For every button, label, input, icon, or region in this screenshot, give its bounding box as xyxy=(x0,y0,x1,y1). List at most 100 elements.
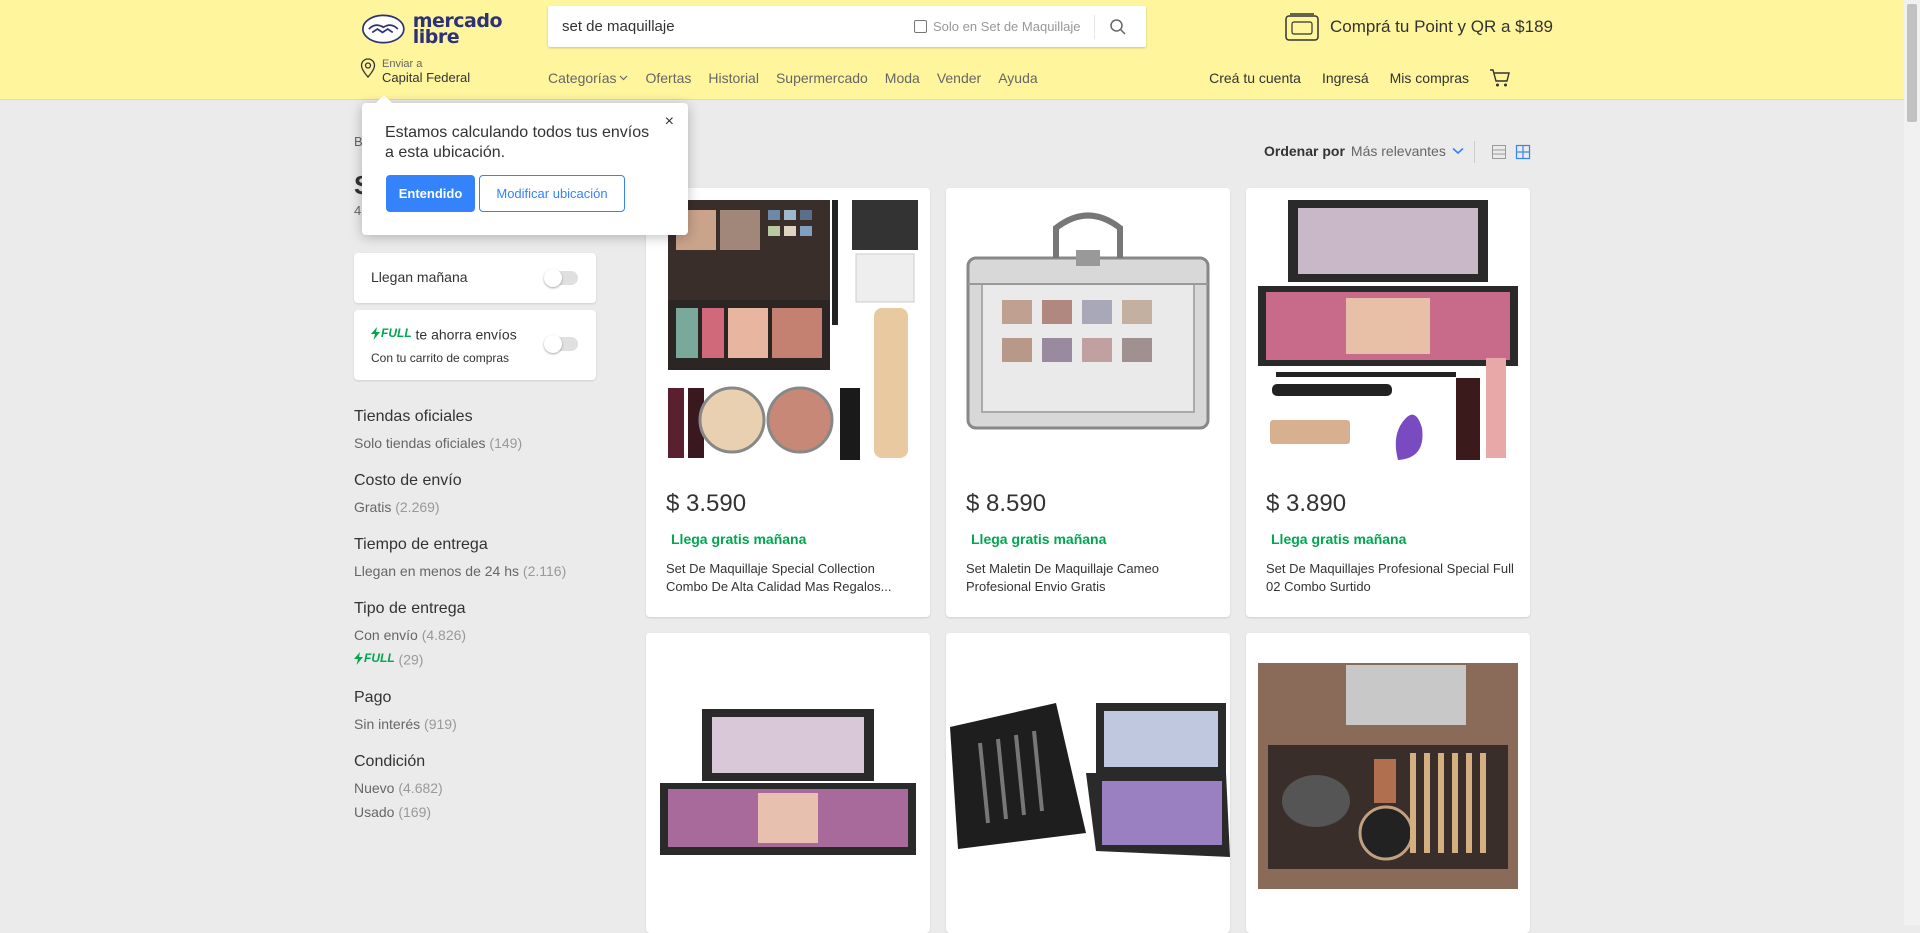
filter-title: Costo de envío xyxy=(354,472,462,489)
sort-selector[interactable]: Ordenar por Más relevantes xyxy=(1264,143,1464,159)
view-separator xyxy=(1474,141,1475,163)
filter-title: Condición xyxy=(354,752,426,770)
full-subtext: Con tu carrito de compras xyxy=(371,351,510,365)
nav-supermercado[interactable]: Supermercado xyxy=(776,70,868,86)
handshake-logo-icon xyxy=(362,14,405,44)
full-text: te ahorra envíos xyxy=(415,326,517,343)
filter-item[interactable]: Gratis (2.269) xyxy=(354,499,604,515)
logo-text: mercado libre xyxy=(412,10,503,48)
cart-icon xyxy=(1490,69,1510,87)
filter-item[interactable]: Usado (169) xyxy=(354,804,604,820)
full-toggle[interactable] xyxy=(544,335,578,353)
filter-item-full[interactable]: FULL (29) xyxy=(354,651,604,668)
product-shipping: Llega gratis mañana xyxy=(1271,531,1407,547)
product-image-kylie-kit[interactable] xyxy=(1246,633,1530,917)
scrollbar[interactable] xyxy=(1904,0,1920,925)
location-popup: Estamos calculando todos tus envíos a es… xyxy=(362,95,688,235)
location-selector[interactable]: Enviar a Capital Federal xyxy=(360,58,470,86)
close-icon[interactable]: × xyxy=(665,113,674,131)
filter-group-condition: Condición Nuevo (4.682) Usado (169) xyxy=(354,753,604,820)
product-image-makeup-combo[interactable] xyxy=(646,188,930,472)
search-input[interactable] xyxy=(562,6,902,47)
promo-banner[interactable]: Comprá tu Point y QR a $189 xyxy=(1284,12,1553,42)
chevron-down-icon xyxy=(620,75,628,81)
lightning-icon xyxy=(354,651,363,665)
lightning-icon xyxy=(371,326,380,340)
full-badge: FULL xyxy=(354,651,395,665)
nav-historial[interactable]: Historial xyxy=(708,70,759,86)
my-purchases-link[interactable]: Mis compras xyxy=(1390,70,1469,86)
create-account-link[interactable]: Creá tu cuenta xyxy=(1209,70,1301,86)
mercadolibre-logo[interactable]: mercado libre xyxy=(362,8,503,50)
product-card[interactable]: $ 3.590 Llega gratis mañana Set De Maqui… xyxy=(646,188,930,617)
product-card[interactable]: $ 8.590 Llega gratis mañana Set Maletin … xyxy=(946,188,1230,617)
list-view-icon[interactable] xyxy=(1491,144,1507,160)
product-card[interactable] xyxy=(1246,633,1530,933)
sort-value: Más relevantes xyxy=(1350,143,1446,159)
understood-button[interactable]: Entendido xyxy=(386,175,475,212)
filter-group-delivery-time: Tiempo de entrega Llegan en menos de 24 … xyxy=(354,536,604,579)
promo-text: Comprá tu Point y QR a $189 xyxy=(1330,17,1554,36)
main-nav: Categorías Ofertas Historial Supermercad… xyxy=(548,70,1055,86)
product-image-makeup-palette[interactable] xyxy=(1246,188,1530,472)
arrives-tomorrow-toggle-box: Llegan mañana xyxy=(354,253,596,303)
search-icon xyxy=(1110,19,1126,35)
product-image-palette-case[interactable] xyxy=(646,633,930,917)
search-filter-label: Solo en Set de Maquillaje xyxy=(933,19,1081,34)
location-value: Capital Federal xyxy=(382,70,471,85)
search-button[interactable] xyxy=(1104,14,1132,40)
full-label: FULL te ahorra envíos xyxy=(371,326,517,343)
filter-title: Tiendas oficiales xyxy=(354,408,473,425)
grid-view-icon[interactable] xyxy=(1515,144,1531,160)
arrives-tomorrow-label: Llegan mañana xyxy=(371,269,468,285)
filter-title: Pago xyxy=(354,688,392,706)
nav-vender[interactable]: Vender xyxy=(937,70,981,86)
filter-group-shipping-cost: Costo de envío Gratis (2.269) xyxy=(354,472,604,515)
product-title[interactable]: Set De Maquillaje Special Collection Com… xyxy=(666,560,914,596)
product-image-brush-kit[interactable] xyxy=(946,633,1230,917)
product-price: $ 3.890 xyxy=(1266,490,1347,517)
filter-title: Tipo de entrega xyxy=(354,600,466,617)
product-card[interactable] xyxy=(646,633,930,933)
checkbox-box[interactable] xyxy=(914,20,927,33)
location-pin-icon xyxy=(360,58,376,78)
header: mercado libre Solo en Set de Maquillaje … xyxy=(0,0,1920,100)
sort-label: Ordenar por xyxy=(1264,143,1345,159)
product-title[interactable]: Set De Maquillajes Profesional Special F… xyxy=(1266,560,1514,596)
results-count: 4 xyxy=(354,203,362,218)
filter-item[interactable]: Con envío (4.826) xyxy=(354,627,604,643)
product-price: $ 3.590 xyxy=(666,490,747,517)
filter-title: Tiempo de entrega xyxy=(354,536,488,553)
search-filter-checkbox[interactable]: Solo en Set de Maquillaje xyxy=(914,19,1080,34)
filter-group-delivery-type: Tipo de entrega Con envío (4.826) FULL (… xyxy=(354,600,604,668)
popup-message: Estamos calculando todos tus envíos a es… xyxy=(385,124,650,161)
filter-item[interactable]: Sin interés (919) xyxy=(354,716,604,732)
nav-moda[interactable]: Moda xyxy=(885,70,920,86)
filter-item[interactable]: Solo tiendas oficiales (149) xyxy=(354,435,604,451)
user-nav: Creá tu cuenta Ingresá Mis compras xyxy=(1188,68,1511,88)
full-toggle-box: FULL te ahorra envíos Con tu carrito de … xyxy=(354,310,596,380)
filter-group-official-stores: Tiendas oficiales Solo tiendas oficiales… xyxy=(354,408,604,451)
filter-item[interactable]: Nuevo (4.682) xyxy=(354,780,604,796)
search-bar: Solo en Set de Maquillaje xyxy=(548,6,1146,47)
filters-sidebar: Tiendas oficiales Solo tiendas oficiales… xyxy=(354,408,604,841)
nav-categories[interactable]: Categorías xyxy=(548,70,628,86)
scroll-thumb[interactable] xyxy=(1907,4,1917,122)
full-badge: FULL xyxy=(371,326,412,340)
point-device-icon xyxy=(1285,13,1319,41)
nav-ofertas[interactable]: Ofertas xyxy=(645,70,691,86)
login-link[interactable]: Ingresá xyxy=(1322,70,1369,86)
arrives-tomorrow-toggle[interactable] xyxy=(544,269,578,287)
product-price: $ 8.590 xyxy=(966,490,1047,517)
filter-item[interactable]: Llegan en menos de 24 hs (2.116) xyxy=(354,563,604,579)
product-card[interactable] xyxy=(946,633,1230,933)
product-title[interactable]: Set Maletin De Maquillaje Cameo Profesio… xyxy=(966,560,1214,596)
product-image-makeup-case[interactable] xyxy=(946,188,1230,472)
product-card[interactable]: $ 3.890 Llega gratis mañana Set De Maqui… xyxy=(1246,188,1530,617)
nav-ayuda[interactable]: Ayuda xyxy=(998,70,1037,86)
modify-location-button[interactable]: Modificar ubicación xyxy=(479,175,625,212)
product-shipping: Llega gratis mañana xyxy=(971,531,1107,547)
cart-button[interactable] xyxy=(1489,68,1511,88)
filter-group-payment: Pago Sin interés (919) xyxy=(354,689,604,732)
location-label: Enviar a xyxy=(382,58,423,70)
